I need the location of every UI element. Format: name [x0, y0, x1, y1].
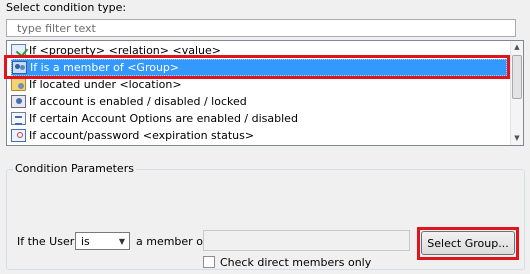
member-of-label: a member of [136, 235, 207, 248]
scroll-up-arrow-icon[interactable]: ▲ [511, 41, 523, 54]
list-item-group-membership[interactable]: If is a member of <Group> [11, 59, 507, 76]
list-item-label: If is a member of <Group> [30, 61, 180, 74]
list-item-label: If account/password <expiration status> [29, 129, 255, 142]
relation-dropdown[interactable]: is ▼ [75, 232, 130, 250]
scrollbar-thumb[interactable] [512, 55, 522, 99]
group-membership-icon [12, 61, 27, 74]
list-item-label: If certain Account Options are enabled /… [29, 112, 298, 125]
condition-parameters-title: Condition Parameters [13, 162, 136, 176]
if-the-user-label: If the User [17, 235, 75, 248]
select-condition-type-heading: Select condition type: [6, 1, 127, 14]
list-item-account-status[interactable]: If account is enabled / disabled / locke… [11, 93, 507, 110]
list-item-label: If <property> <relation> <value> [29, 44, 221, 57]
list-item-label: If located under <location> [29, 78, 182, 91]
check-direct-members-label[interactable]: Check direct members only [220, 256, 371, 269]
location-folder-icon [11, 78, 26, 91]
expiration-clock-icon [11, 129, 26, 142]
check-direct-members-checkbox[interactable] [203, 256, 215, 268]
account-options-icon [11, 112, 26, 125]
filter-input[interactable] [6, 19, 516, 37]
scroll-down-arrow-icon[interactable]: ▼ [511, 132, 523, 145]
list-item-account-options[interactable]: If certain Account Options are enabled /… [11, 110, 507, 127]
account-status-icon [11, 95, 26, 108]
relation-value: is [81, 234, 90, 248]
list-scrollbar[interactable]: ▲ ▼ [510, 41, 523, 145]
chevron-down-icon[interactable]: ▼ [115, 233, 129, 249]
select-group-button[interactable]: Select Group... [421, 231, 515, 255]
list-item-label: If account is enabled / disabled / locke… [29, 95, 247, 108]
group-field [203, 230, 410, 251]
property-condition-icon [11, 44, 26, 57]
list-item-expiration-status[interactable]: If account/password <expiration status> [11, 127, 507, 144]
list-item-property-condition[interactable]: If <property> <relation> <value> [11, 42, 507, 59]
list-item-location[interactable]: If located under <location> [11, 76, 507, 93]
condition-type-list[interactable]: If <property> <relation> <value> If is a… [6, 40, 524, 146]
